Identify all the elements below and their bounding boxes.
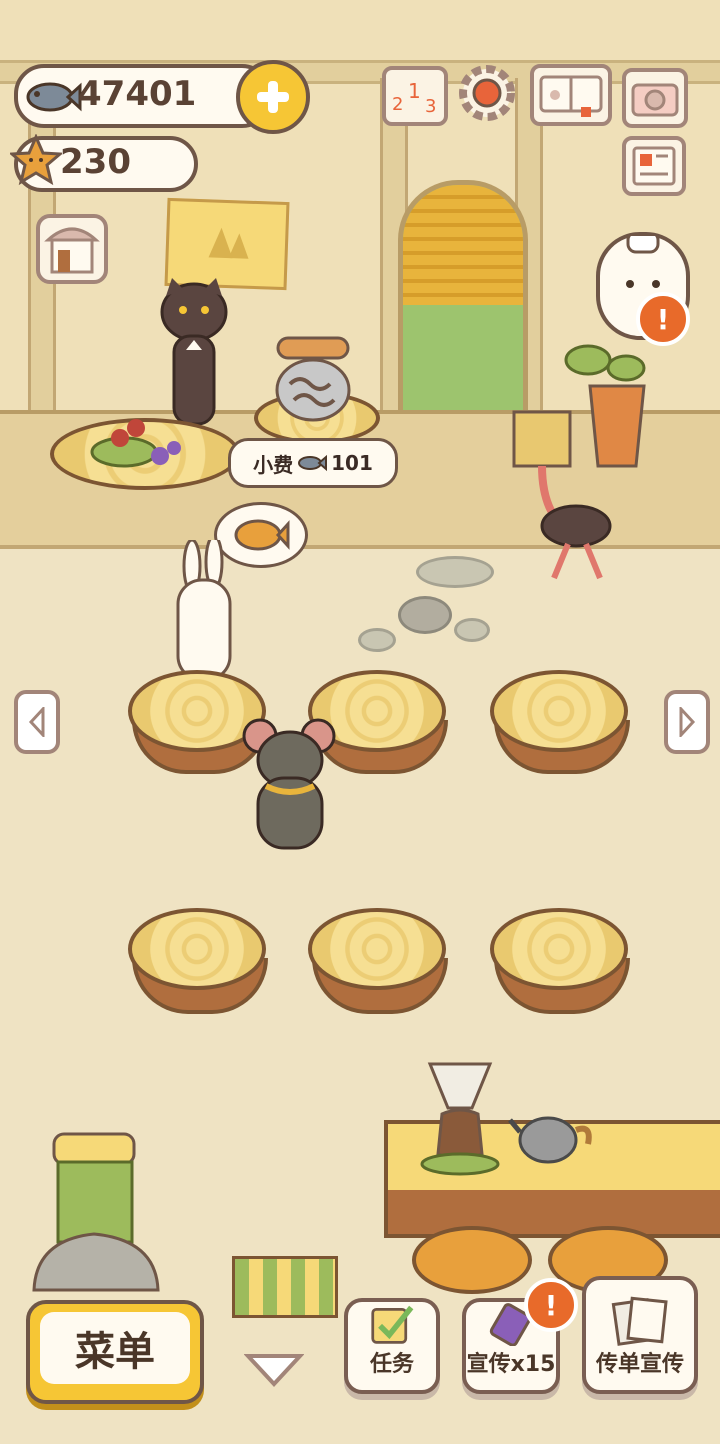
bamboo-mat — [232, 1256, 338, 1318]
promote-alert-icon: ! — [524, 1278, 578, 1332]
newspaper-button[interactable] — [622, 136, 686, 196]
plus-icon — [257, 81, 289, 113]
pawprint-book-icon — [539, 75, 603, 117]
cat-book-button[interactable] — [530, 64, 612, 126]
waiter-cat[interactable] — [156, 278, 232, 432]
tasks-button[interactable]: 任务 — [344, 1298, 440, 1394]
chevron-down-icon — [243, 1354, 305, 1387]
star-currency-bar: 230 — [8, 133, 198, 192]
tip-label: 小费 — [253, 452, 294, 477]
promote-label: 宣传x15 — [466, 1352, 556, 1377]
svg-text:3: 3 — [425, 96, 436, 116]
alert-mark: ! — [656, 302, 670, 336]
wall-map — [164, 197, 290, 291]
prev-page-button[interactable] — [14, 690, 60, 754]
kettle[interactable] — [508, 1092, 594, 1172]
tip-bubble[interactable]: 小费 101 — [228, 438, 398, 488]
tip-amount: 101 — [331, 451, 373, 475]
flyer-promote-button[interactable]: 传单宣传 — [582, 1276, 698, 1394]
checklist-icon — [371, 1305, 414, 1344]
fruit-basket[interactable] — [84, 412, 194, 480]
camera-icon — [631, 83, 679, 117]
svg-text:2: 2 — [392, 94, 403, 115]
menu-label: 菜单 — [75, 1329, 155, 1375]
seat-stump-6[interactable] — [490, 908, 628, 990]
seat-stump-4[interactable] — [128, 908, 266, 990]
bamboo-curtain — [403, 185, 523, 305]
settings-gear-icon — [459, 65, 515, 121]
coffee-dripper[interactable] — [420, 1060, 504, 1182]
fish-icon — [22, 72, 82, 126]
matcha-grinder[interactable] — [30, 1130, 162, 1302]
fish-icon — [298, 454, 328, 472]
doorway — [398, 180, 528, 425]
ranking-button[interactable]: 213 — [382, 66, 448, 126]
rabbit-customer[interactable] — [168, 534, 238, 684]
flyer-label: 传单宣传 — [595, 1352, 684, 1377]
alert-mark: ! — [544, 1288, 558, 1322]
shop-button[interactable] — [36, 214, 108, 284]
star-icon — [8, 133, 64, 190]
camera-button[interactable] — [622, 68, 688, 128]
collapse-arrow-button[interactable] — [243, 1350, 305, 1394]
stone — [416, 556, 494, 588]
counter-front — [384, 1190, 720, 1238]
seat-stump-3[interactable] — [490, 670, 628, 752]
stone — [358, 628, 396, 652]
ostrich-customer[interactable] — [508, 408, 618, 592]
tasks-label: 任务 — [369, 1352, 414, 1377]
fish-currency-bar: 47401 — [14, 64, 272, 128]
next-page-button[interactable] — [664, 690, 710, 754]
chevron-left-icon — [28, 707, 45, 737]
mouse-customer[interactable] — [240, 714, 340, 858]
svg-text:1: 1 — [408, 79, 421, 103]
chef-alert-icon[interactable]: ! — [636, 292, 690, 346]
fish-count: 47401 — [78, 74, 197, 114]
flyer-icon — [611, 1296, 668, 1346]
chevron-right-icon — [679, 707, 696, 737]
counter-cushion — [412, 1226, 532, 1294]
settings-button[interactable] — [456, 62, 518, 124]
stone — [398, 596, 452, 634]
taiyaki-icon — [234, 519, 290, 551]
star-count: 230 — [60, 142, 131, 182]
stone — [454, 618, 490, 642]
seat-stump-5[interactable] — [308, 908, 446, 990]
menu-button[interactable]: 菜单 — [26, 1300, 204, 1404]
ranking-icon: 213 — [392, 79, 436, 116]
newspaper-icon — [632, 146, 676, 186]
add-fish-button[interactable] — [236, 60, 310, 134]
fish-jar[interactable] — [272, 334, 354, 428]
shop-icon — [44, 227, 100, 274]
